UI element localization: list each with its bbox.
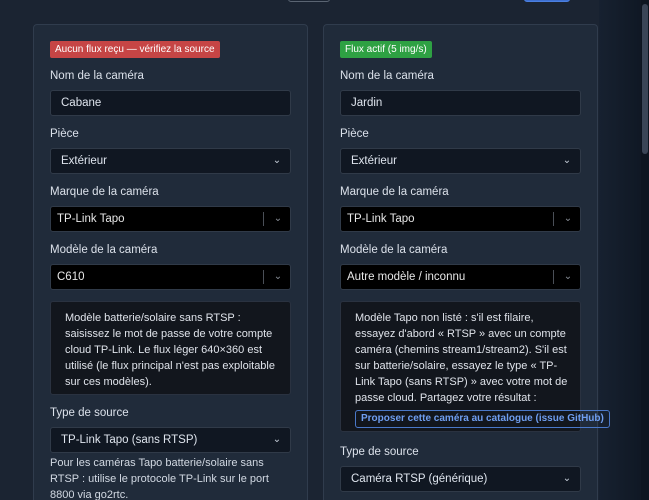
status-badge: Flux actif (5 img/s): [340, 41, 432, 58]
chevron-down-icon: ⌄: [562, 473, 572, 484]
source-help-text: Pour les caméras Tapo batterie/solaire s…: [50, 457, 269, 500]
chevron-down-icon[interactable]: ⌄: [562, 270, 574, 284]
chevron-down-icon[interactable]: ⌄: [562, 212, 574, 226]
chevron-down-icon[interactable]: ⌄: [272, 270, 284, 284]
camera-name-input[interactable]: Cabane: [50, 90, 291, 116]
model-combobox[interactable]: C610 ⌄: [50, 264, 291, 290]
brand-combobox-value: TP-Link Tapo: [57, 213, 125, 225]
room-select-value: Extérieur: [61, 155, 108, 167]
camera-card-jardin: Flux actif (5 img/s) Nom de la caméra Ja…: [323, 24, 610, 500]
combobox-separator: [553, 212, 554, 226]
brand-combobox[interactable]: TP-Link Tapo ⌄: [50, 206, 291, 232]
room-label: Pièce: [340, 128, 369, 140]
source-type-value: Caméra RTSP (générique): [351, 473, 488, 485]
source-type-select[interactable]: TP-Link Tapo (sans RTSP) ⌄: [50, 427, 291, 453]
top-primary-button[interactable]: [524, 0, 570, 2]
model-info-box: Modèle Tapo non listé : s'il est filaire…: [340, 301, 610, 432]
propose-camera-github-button[interactable]: Proposer cette caméra au catalogue (issu…: [355, 410, 610, 428]
combobox-separator: [263, 212, 264, 226]
source-type-value: TP-Link Tapo (sans RTSP): [61, 434, 198, 446]
camera-card-cabane: Aucun flux reçu — vérifiez la source Nom…: [33, 24, 308, 500]
chevron-down-icon[interactable]: ⌄: [272, 212, 284, 226]
status-badge: Aucun flux reçu — vérifiez la source: [50, 41, 220, 58]
room-select-value: Extérieur: [351, 155, 398, 167]
model-info-box: Modèle batterie/solaire sans RTSP : sais…: [50, 301, 291, 395]
room-select[interactable]: Extérieur ⌄: [340, 148, 581, 174]
camera-name-input[interactable]: Jardin: [340, 90, 581, 116]
scrollbar[interactable]: [641, 0, 649, 500]
chevron-down-icon: ⌄: [562, 155, 572, 166]
brand-label: Marque de la caméra: [340, 186, 449, 198]
model-combobox[interactable]: Autre modèle / inconnu ⌄: [340, 264, 581, 290]
camera-name-label: Nom de la caméra: [50, 70, 144, 82]
source-type-label: Type de source: [340, 446, 419, 458]
source-type-label: Type de source: [50, 407, 129, 419]
room-select[interactable]: Extérieur ⌄: [50, 148, 291, 174]
model-info-text: Modèle Tapo non listé : s'il est filaire…: [355, 312, 568, 404]
combobox-separator: [263, 270, 264, 284]
model-label: Modèle de la caméra: [50, 244, 158, 256]
chevron-down-icon: ⌄: [272, 434, 282, 445]
model-label: Modèle de la caméra: [340, 244, 448, 256]
model-info-text: Modèle batterie/solaire sans RTSP : sais…: [65, 312, 275, 388]
model-combobox-value: Autre modèle / inconnu: [347, 271, 466, 283]
top-secondary-button[interactable]: [288, 0, 330, 2]
model-combobox-value: C610: [57, 271, 85, 283]
camera-name-label: Nom de la caméra: [340, 70, 434, 82]
brand-combobox[interactable]: TP-Link Tapo ⌄: [340, 206, 581, 232]
source-type-select[interactable]: Caméra RTSP (générique) ⌄: [340, 466, 581, 492]
chevron-down-icon: ⌄: [272, 155, 282, 166]
brand-combobox-value: TP-Link Tapo: [347, 213, 415, 225]
room-label: Pièce: [50, 128, 79, 140]
scrollbar-thumb[interactable]: [642, 4, 648, 154]
combobox-separator: [553, 270, 554, 284]
brand-label: Marque de la caméra: [50, 186, 159, 198]
